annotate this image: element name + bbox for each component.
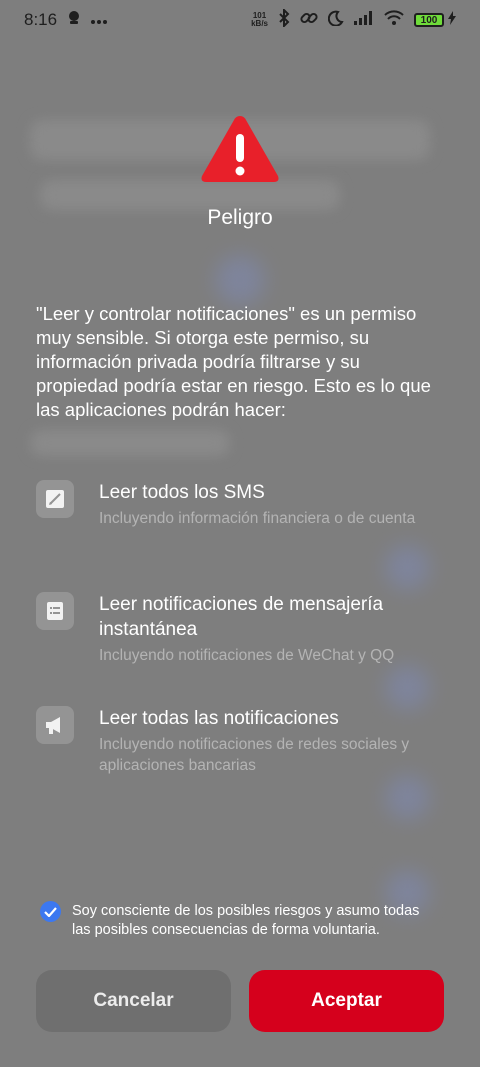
more-icon — [91, 10, 108, 30]
permission-subtitle: Incluyendo información financiera o de c… — [99, 510, 416, 527]
consent-text: Soy consciente de los posibles riesgos y… — [72, 903, 420, 938]
permission-subtitle: Incluyendo notificaciones de redes socia… — [99, 736, 410, 774]
cancel-button[interactable]: Cancelar — [36, 970, 231, 1032]
link-icon — [300, 9, 318, 32]
dialog-title: Peligro — [207, 206, 273, 229]
check-icon — [44, 906, 57, 917]
charging-icon — [448, 10, 456, 30]
dialog-description: "Leer y controlar notificaciones" es un … — [36, 303, 431, 420]
face-icon — [67, 10, 81, 31]
moon-icon — [327, 10, 344, 31]
status-time: 8:16 — [24, 10, 58, 29]
signal-icon — [354, 10, 374, 30]
status-bar: 8:16 101 kB/s 100 — [0, 0, 480, 40]
permission-title: Leer todos los SMS — [99, 482, 265, 503]
permission-subtitle: Incluyendo notificaciones de WeChat y QQ — [99, 647, 395, 664]
consent-checkbox[interactable] — [40, 901, 61, 922]
sms-icon — [36, 480, 74, 518]
warning-icon — [201, 116, 279, 182]
permission-title: Leer notificaciones de mensajería instan… — [99, 594, 384, 640]
wifi-icon — [384, 9, 404, 31]
chat-list-icon — [36, 592, 74, 630]
bluetooth-icon — [278, 7, 290, 32]
permission-title: Leer todas las notificaciones — [99, 708, 339, 729]
battery-icon: 100 — [414, 13, 444, 27]
net-speed: 101 kB/s — [251, 11, 268, 28]
megaphone-icon — [36, 706, 74, 744]
accept-button[interactable]: Aceptar — [249, 970, 444, 1032]
